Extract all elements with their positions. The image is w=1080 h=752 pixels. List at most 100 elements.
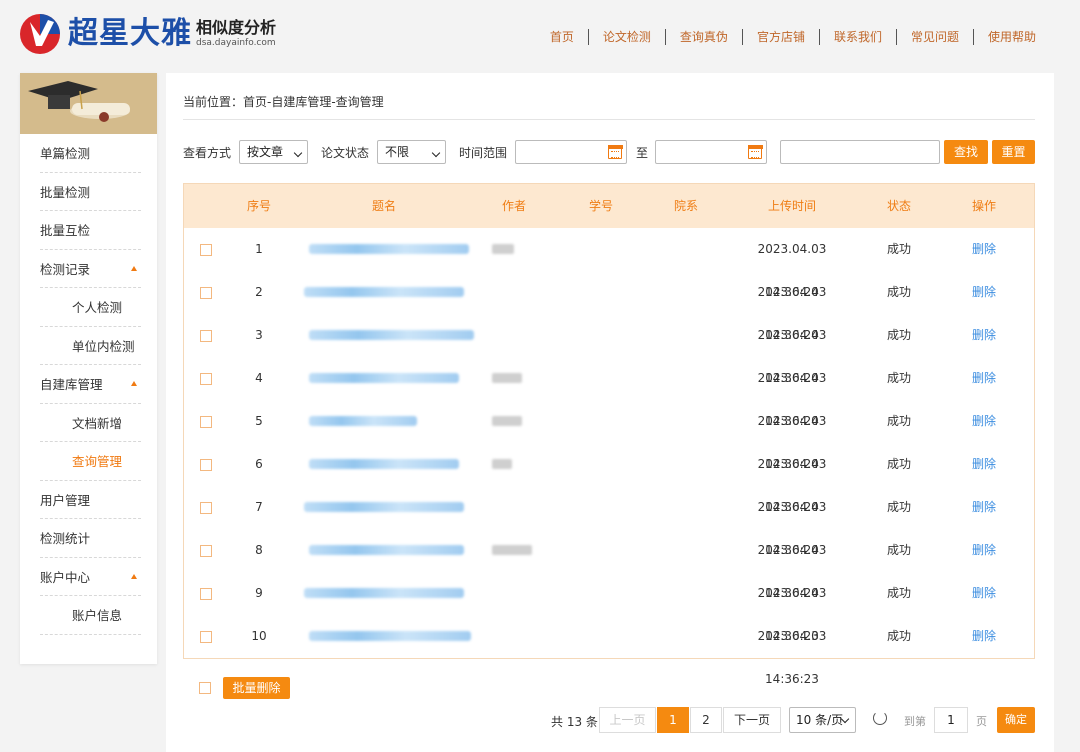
caret-up-icon [131,573,137,579]
graduation-cap-banner [20,73,157,134]
author-redacted [492,545,532,555]
main-panel: 当前位置：首页-自建库管理-查询管理 查看方式 按文章 论文状态 不限 时间范围… [166,73,1054,752]
sidebar-item-batch-check[interactable]: 批量检测 [40,173,141,211]
reset-button[interactable]: 重置 [992,140,1035,164]
next-page-button[interactable]: 下一页 [723,707,781,733]
results-table: 序号 题名 作者 学号 院系 上传时间 状态 操作 1 2023.04.03 14… [183,183,1035,686]
status-text: 成功 [886,371,911,385]
nav-contact[interactable]: 联系我们 [820,28,896,46]
top-nav: 首页 论文检测 查询真伪 官方店铺 联系我们 常见问题 使用帮助 [536,28,1050,46]
sidebar-item-check-records[interactable]: 检测记录 [40,250,141,288]
calendar-icon[interactable] [747,144,763,159]
sidebar-item-label: 账户信息 [72,608,123,624]
author-redacted [492,244,514,254]
delete-link[interactable]: 删除 [959,615,1009,658]
nav-help[interactable]: 使用帮助 [974,28,1050,46]
title-redacted [309,631,471,641]
row-checkbox[interactable] [200,287,212,299]
logo-brand: 超星大雅 [68,16,192,51]
delete-link[interactable]: 删除 [959,400,1009,443]
status-text: 成功 [886,586,911,600]
author-redacted [492,416,522,426]
sidebar-item-check-statistics[interactable]: 检测统计 [40,519,141,558]
prev-page-button[interactable]: 上一页 [599,707,656,733]
sidebar: 单篇检测 批量检测 批量互检 检测记录 个人检测 单位内检测 自建库管理 文档新… [20,73,157,664]
batch-delete-button[interactable]: 批量删除 [223,677,290,699]
nav-store[interactable]: 官方店铺 [743,28,819,46]
title-redacted [304,588,464,598]
row-checkbox[interactable] [200,545,212,557]
delete-link[interactable]: 删除 [959,486,1009,529]
paper-status-select[interactable]: 不限 [377,140,446,164]
table-header: 序号 题名 作者 学号 院系 上传时间 状态 操作 [184,184,1034,228]
upload-time: 2023.04.03 14:36:23 [757,629,827,686]
confirm-jump-button[interactable]: 确定 [997,707,1035,733]
row-checkbox[interactable] [200,330,212,342]
nav-verify[interactable]: 查询真伪 [666,28,742,46]
row-checkbox[interactable] [200,416,212,428]
sidebar-item-unit-check[interactable]: 单位内检测 [40,327,141,365]
view-mode-select[interactable]: 按文章 [239,140,308,164]
delete-link[interactable]: 删除 [959,572,1009,615]
goto-label: 到第 [904,715,926,728]
delete-link[interactable]: 删除 [959,314,1009,357]
sidebar-item-label: 个人检测 [72,300,123,316]
delete-link[interactable]: 删除 [959,271,1009,314]
page-2-button[interactable]: 2 [690,707,722,733]
calendar-icon[interactable] [607,144,623,159]
sidebar-item-single-check[interactable]: 单篇检测 [40,134,141,173]
header: 超星大雅 相似度分析 dsa.dayainfo.com 首页 论文检测 查询真伪… [0,0,1080,72]
row-checkbox[interactable] [200,588,212,600]
refresh-icon[interactable] [873,711,887,725]
search-button[interactable]: 查找 [944,140,988,164]
sidebar-item-personal-check[interactable]: 个人检测 [40,288,141,327]
caret-up-icon [131,381,137,387]
delete-link[interactable]: 删除 [959,228,1009,271]
nav-home[interactable]: 首页 [536,28,588,46]
row-checkbox[interactable] [200,631,212,643]
start-date-input[interactable] [515,140,627,164]
table-row: 6 2023.04.03 14:36:24 成功 删除 [184,443,1034,514]
sidebar-item-label: 检测记录 [40,261,91,277]
row-checkbox[interactable] [200,373,212,385]
end-date-input[interactable] [655,140,767,164]
row-number: 10 [251,629,267,643]
nav-faq[interactable]: 常见问题 [897,28,973,46]
sidebar-item-user-management[interactable]: 用户管理 [40,481,141,519]
delete-link[interactable]: 删除 [959,443,1009,486]
title-redacted [304,287,464,297]
page-1-button[interactable]: 1 [657,707,689,733]
status-text: 成功 [886,285,911,299]
nav-paper-check[interactable]: 论文检测 [589,28,665,46]
page-size-select[interactable]: 10 条/页 [789,707,856,733]
row-number: 7 [255,500,263,514]
page-jump-input[interactable]: 1 [934,707,968,733]
row-number: 5 [255,414,263,428]
status-text: 成功 [886,328,911,342]
title-redacted [309,244,469,254]
sidebar-item-label: 单位内检测 [72,338,135,354]
delete-link[interactable]: 删除 [959,357,1009,400]
logo[interactable]: 超星大雅 相似度分析 dsa.dayainfo.com [18,12,276,56]
sidebar-item-query-management[interactable]: 查询管理 [40,442,141,481]
row-checkbox[interactable] [200,244,212,256]
sidebar-item-account-info[interactable]: 账户信息 [40,596,141,635]
total-count: 共 13 条 [551,715,598,729]
row-checkbox[interactable] [200,459,212,471]
row-number: 1 [255,242,263,256]
status-text: 成功 [886,457,911,471]
delete-link[interactable]: 删除 [959,529,1009,572]
select-all-checkbox[interactable] [199,682,211,694]
row-checkbox[interactable] [200,502,212,514]
logo-icon [18,12,62,56]
status-text: 成功 [886,543,911,557]
divider [183,119,1035,120]
batch-bar: 批量删除 [183,677,483,699]
sidebar-item-add-document[interactable]: 文档新增 [40,404,141,442]
search-input[interactable] [780,140,940,164]
sidebar-item-custom-library[interactable]: 自建库管理 [40,365,141,404]
sidebar-item-batch-mutual[interactable]: 批量互检 [40,211,141,250]
col-student-id: 学号 [588,199,613,213]
sidebar-item-account-center[interactable]: 账户中心 [40,558,141,596]
breadcrumb: 当前位置：首页-自建库管理-查询管理 [183,95,384,109]
